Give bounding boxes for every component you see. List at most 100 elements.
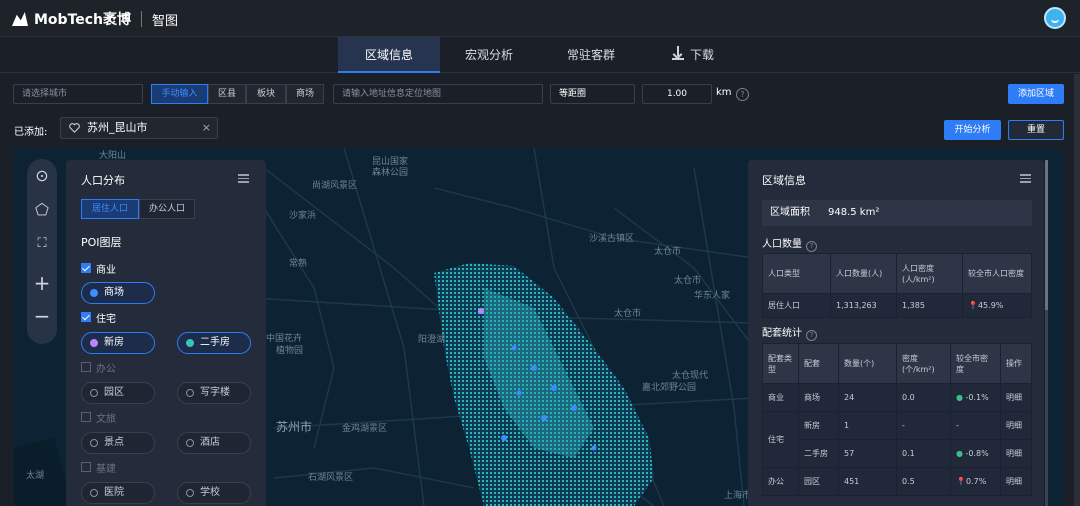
table-header-cell: 数量(个) <box>838 343 897 384</box>
polygon-draw-icon[interactable]: ⬠ <box>33 201 51 219</box>
pin-icon: 📍 <box>956 477 966 486</box>
school-layer-label: 学校 <box>200 487 220 498</box>
office-label: 办公 <box>96 364 116 375</box>
tab-resident-population[interactable]: 居住人口 <box>81 199 139 219</box>
download-icon <box>671 46 684 60</box>
help-icon[interactable]: ? <box>806 241 817 252</box>
distance-input[interactable]: 1.00 <box>642 84 712 104</box>
user-avatar[interactable] <box>1044 7 1066 29</box>
detail-link[interactable]: 明细 <box>1000 383 1032 412</box>
map-label: 太仓市 <box>654 247 682 257</box>
table-cell: 二手房 <box>798 439 839 468</box>
panel-scrollbar-thumb[interactable] <box>1045 160 1048 310</box>
table-cell: 24 <box>838 383 897 412</box>
mall-dot-icon <box>90 289 98 297</box>
reset-button[interactable]: 重置 <box>1008 120 1064 140</box>
product-name: 智图 <box>152 13 179 29</box>
map-label-city: 苏州市 <box>276 420 313 434</box>
top-bar: MobTech袤博 智图 <box>0 0 1080 37</box>
park-dot-icon <box>90 389 98 397</box>
table-cell: 57 <box>838 439 897 468</box>
mall-layer-toggle[interactable]: 商场 <box>81 282 155 304</box>
logo: MobTech袤博 智图 <box>12 9 178 29</box>
help-icon[interactable]: ? <box>736 88 749 101</box>
added-area-tag: 苏州_昆山市 × <box>60 117 218 139</box>
facility-table: 配套类型 配套 数量(个) 密度(个/km²) 较全市密度 操作 商业 商场 2… <box>762 343 1032 496</box>
zoom-out-icon[interactable]: − <box>33 306 51 326</box>
table-row: 商业 商场 24 0.0 ● -0.1% 明细 <box>762 383 1032 412</box>
park-layer-label: 园区 <box>104 387 124 398</box>
table-cell: 451 <box>838 467 897 496</box>
commerce-checkbox[interactable] <box>81 263 91 273</box>
menu-icon[interactable] <box>238 174 249 183</box>
map-label: 常熟 <box>289 259 308 269</box>
down-dot-icon: ● <box>956 393 963 402</box>
detail-link[interactable]: 明细 <box>1000 411 1032 440</box>
locate-icon[interactable]: ⊙ <box>33 167 51 185</box>
down-dot-icon: ● <box>956 449 963 458</box>
mall-layer-label: 商场 <box>104 287 124 298</box>
table-cell: - <box>896 411 951 440</box>
tourism-checkbox[interactable] <box>81 412 91 422</box>
hospital-layer-toggle[interactable]: 医院 <box>81 482 155 504</box>
table-cell: 商场 <box>798 383 839 412</box>
detail-link[interactable]: 明细 <box>1000 467 1032 496</box>
brand-name: MobTech袤博 <box>34 12 132 28</box>
tab-resident-customers[interactable]: 常驻客群 <box>540 37 642 73</box>
table-row: 居住人口 1,313,263 1,385 📍45.9% <box>762 293 1032 318</box>
table-cell: 1 <box>838 411 897 440</box>
compare-value: -0.8% <box>965 449 989 458</box>
map-label: 尚湖风景区 <box>312 181 358 191</box>
table-cell: 0.1 <box>896 439 951 468</box>
page-scrollbar[interactable] <box>1074 74 1080 506</box>
infrastructure-label: 基建 <box>96 464 116 475</box>
table-cell: 商业 <box>762 383 799 412</box>
close-icon[interactable]: × <box>202 118 211 138</box>
map-label: 太湖 <box>26 471 45 481</box>
tab-area-info[interactable]: 区域信息 <box>338 37 440 73</box>
table-cell: 1,313,263 <box>830 293 897 318</box>
mode-district[interactable]: 区县 <box>208 84 246 104</box>
mode-mall[interactable]: 商场 <box>286 84 324 104</box>
table-header-cell: 密度(个/km²) <box>896 343 951 384</box>
tab-macro-analysis[interactable]: 宏观分析 <box>438 37 540 73</box>
add-area-button[interactable]: 添加区域 <box>1008 84 1064 104</box>
residential-checkbox[interactable] <box>81 312 91 322</box>
download-button[interactable]: 下载 <box>642 37 744 73</box>
infrastructure-checkbox[interactable] <box>81 462 91 472</box>
area-size-row: 区域面积 948.5 km² <box>762 200 1032 226</box>
scenic-layer-label: 景点 <box>104 437 124 448</box>
menu-icon[interactable] <box>1020 174 1031 183</box>
office-checkbox[interactable] <box>81 362 91 372</box>
radius-type-select[interactable]: 等距圈 <box>550 84 635 104</box>
office-building-layer-label: 写字楼 <box>200 387 230 398</box>
address-input[interactable]: 请输入地址信息定位地图 <box>333 84 543 104</box>
office-building-layer-toggle[interactable]: 写字楼 <box>177 382 251 404</box>
table-header-cell: 人口类型 <box>762 253 831 294</box>
table-cell: 住宅 <box>762 411 799 468</box>
tab-office-population[interactable]: 办公人口 <box>139 199 195 219</box>
heart-icon <box>69 123 80 133</box>
new-house-dot-icon <box>90 339 98 347</box>
table-cell: 📍0.7% <box>950 467 1001 496</box>
second-hand-layer-toggle[interactable]: 二手房 <box>177 332 251 354</box>
mode-manual[interactable]: 手动输入 <box>151 84 208 104</box>
detail-link[interactable]: 明细 <box>1000 439 1032 468</box>
table-header-cell: 较全市人口密度 <box>962 253 1032 294</box>
zoom-in-icon[interactable]: + <box>33 273 51 293</box>
school-layer-toggle[interactable]: 学校 <box>177 482 251 504</box>
scenic-layer-toggle[interactable]: 景点 <box>81 432 155 454</box>
new-house-layer-label: 新房 <box>104 337 124 348</box>
map-label: 森林公园 <box>372 168 409 178</box>
new-house-layer-toggle[interactable]: 新房 <box>81 332 155 354</box>
facility-section-title: 配套统计? <box>762 324 817 341</box>
fullscreen-icon[interactable]: ⛶ <box>33 235 51 253</box>
city-select[interactable]: 请选择城市 <box>13 84 143 104</box>
hotel-layer-toggle[interactable]: 酒店 <box>177 432 251 454</box>
start-analysis-button[interactable]: 开始分析 <box>944 120 1001 140</box>
park-layer-toggle[interactable]: 园区 <box>81 382 155 404</box>
help-icon[interactable]: ? <box>806 330 817 341</box>
mode-block[interactable]: 板块 <box>246 84 286 104</box>
hospital-layer-label: 医院 <box>104 487 124 498</box>
table-header-cell: 较全市密度 <box>950 343 1001 384</box>
